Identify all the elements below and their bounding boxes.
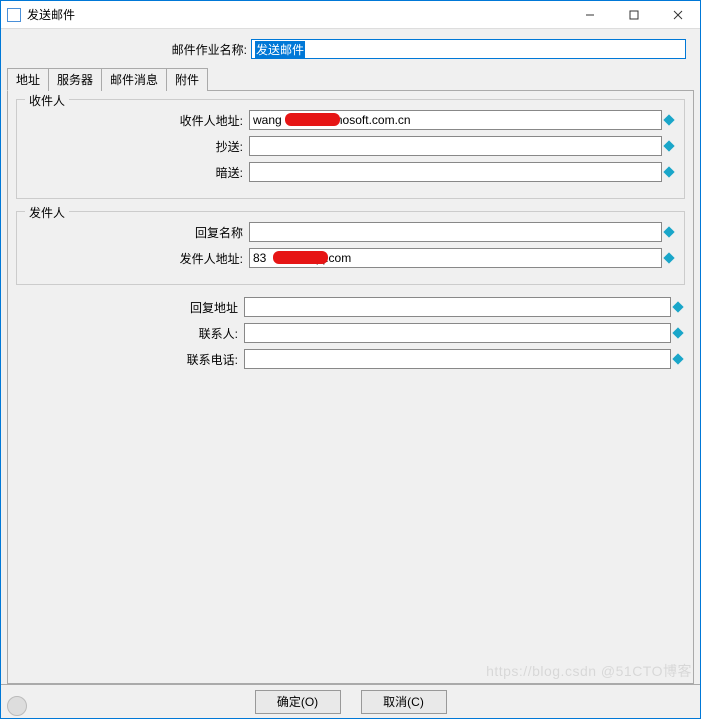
tab-message[interactable]: 邮件消息 — [101, 68, 167, 91]
tab-attachment[interactable]: 附件 — [166, 68, 208, 91]
cc-row: 抄送: — [21, 136, 676, 156]
job-name-input[interactable]: 发送邮件 — [251, 39, 686, 59]
bcc-input[interactable] — [249, 162, 662, 182]
tab-server[interactable]: 服务器 — [48, 68, 102, 91]
ok-button[interactable]: 确定(O) — [255, 690, 341, 714]
tabs: 地址 服务器 邮件消息 附件 — [7, 68, 694, 91]
reply-name-input[interactable] — [249, 222, 662, 242]
maximize-button[interactable] — [612, 1, 656, 29]
cc-label: 抄送: — [21, 138, 249, 155]
contact-label: 联系人: — [16, 325, 244, 342]
bcc-label: 暗送: — [21, 164, 249, 181]
recipient-group-title: 收件人 — [25, 92, 69, 109]
reply-address-row: 回复地址 — [16, 297, 685, 317]
expression-button[interactable] — [662, 248, 676, 268]
help-icon[interactable] — [7, 696, 27, 716]
diamond-icon — [672, 327, 683, 338]
sender-address-row: 发件人地址: — [21, 248, 676, 268]
sender-group-title: 发件人 — [25, 204, 69, 221]
bcc-row: 暗送: — [21, 162, 676, 182]
job-name-label: 邮件作业名称: — [7, 41, 251, 58]
cancel-button[interactable]: 取消(C) — [361, 690, 447, 714]
cc-input[interactable] — [249, 136, 662, 156]
diamond-icon — [672, 301, 683, 312]
expression-button[interactable] — [662, 136, 676, 156]
diamond-icon — [672, 353, 683, 364]
reply-address-input[interactable] — [244, 297, 671, 317]
expression-button[interactable] — [671, 323, 685, 343]
expression-button[interactable] — [671, 297, 685, 317]
redaction-mark — [285, 113, 340, 126]
contact-row: 联系人: — [16, 323, 685, 343]
dialog-footer: 确定(O) 取消(C) — [1, 684, 700, 718]
window-title: 发送邮件 — [27, 6, 568, 23]
recipient-group: 收件人 收件人地址: 抄送: — [16, 99, 685, 199]
expression-button[interactable] — [662, 162, 676, 182]
phone-label: 联系电话: — [16, 351, 244, 368]
diamond-icon — [663, 252, 674, 263]
tab-address[interactable]: 地址 — [7, 68, 49, 91]
close-button[interactable] — [656, 1, 700, 29]
diamond-icon — [663, 166, 674, 177]
job-name-value: 发送邮件 — [255, 41, 305, 58]
tab-panel-address: 收件人 收件人地址: 抄送: — [7, 90, 694, 684]
send-mail-window: 发送邮件 邮件作业名称: 发送邮件 地址 服务器 邮件消息 附件 — [0, 0, 701, 719]
reply-address-label: 回复地址 — [16, 299, 244, 316]
expression-button[interactable] — [662, 222, 676, 242]
sender-group: 发件人 回复名称 发件人地址: — [16, 211, 685, 285]
recipient-address-row: 收件人地址: — [21, 110, 676, 130]
expression-button[interactable] — [662, 110, 676, 130]
app-icon — [7, 8, 21, 22]
redaction-mark — [273, 251, 328, 264]
job-name-row: 邮件作业名称: 发送邮件 — [1, 29, 700, 67]
expression-button[interactable] — [671, 349, 685, 369]
phone-row: 联系电话: — [16, 349, 685, 369]
minimize-button[interactable] — [568, 1, 612, 29]
tab-container: 地址 服务器 邮件消息 附件 收件人 收件人地址: 抄送: — [7, 67, 694, 684]
sender-address-label: 发件人地址: — [21, 250, 249, 267]
reply-name-row: 回复名称 — [21, 222, 676, 242]
diamond-icon — [663, 114, 674, 125]
phone-input[interactable] — [244, 349, 671, 369]
window-controls — [568, 1, 700, 29]
recipient-address-label: 收件人地址: — [21, 112, 249, 129]
diamond-icon — [663, 226, 674, 237]
contact-input[interactable] — [244, 323, 671, 343]
diamond-icon — [663, 140, 674, 151]
reply-name-label: 回复名称 — [21, 224, 249, 241]
titlebar: 发送邮件 — [1, 1, 700, 29]
